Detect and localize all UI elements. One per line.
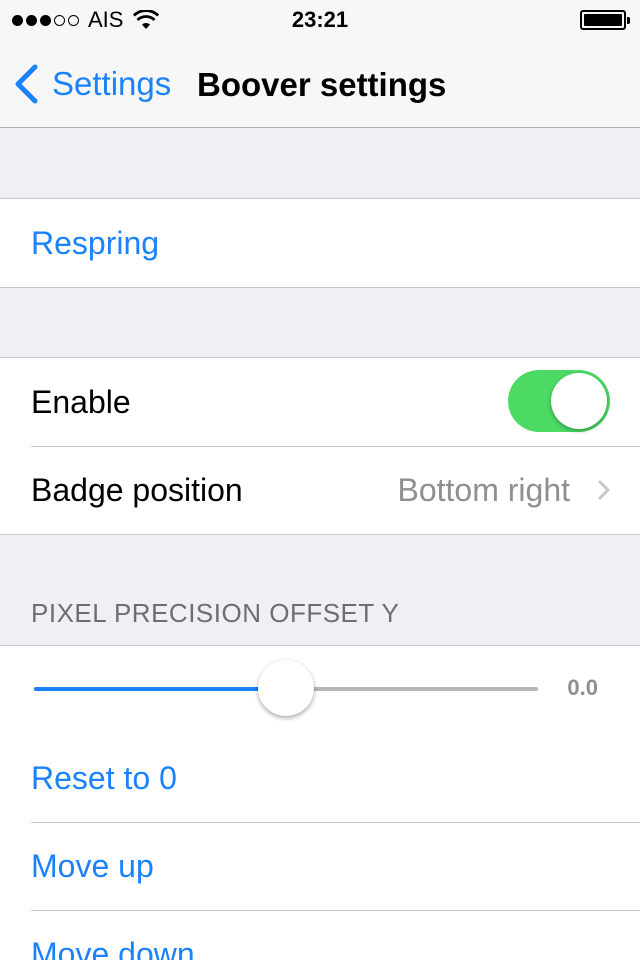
section-header: PIXEL PRECISION OFFSET Y (0, 535, 640, 645)
offset-slider-cell: 0.0 (0, 646, 640, 734)
pixel-offset-header: PIXEL PRECISION OFFSET Y (31, 598, 400, 628)
offset-slider-thumb[interactable] (258, 660, 314, 716)
move-up-cell[interactable]: Move up (0, 822, 640, 910)
respring-button[interactable]: Respring (31, 225, 159, 262)
chevron-left-icon (15, 64, 38, 104)
back-button-label: Settings (52, 65, 172, 102)
status-time: 23:21 (291, 7, 349, 32)
respring-group: Respring (0, 198, 640, 288)
pixel-offset-group: 0.0 Reset to 0 Move up Move down (0, 645, 640, 960)
offset-slider-fill (34, 687, 286, 691)
back-button[interactable]: Settings (14, 64, 171, 104)
navigation-bar: Settings Boover settings (0, 40, 640, 128)
badge-position-label: Badge position (31, 471, 243, 508)
respring-cell[interactable]: Respring (0, 199, 640, 287)
badge-position-value: Bottom right (397, 471, 570, 508)
move-down-button[interactable]: Move down (31, 936, 195, 960)
offset-slider-value: 0.0 (567, 675, 598, 700)
enable-label: Enable (31, 383, 131, 420)
section-spacer (0, 129, 640, 198)
enable-switch[interactable] (508, 370, 610, 432)
battery-icon (580, 10, 630, 30)
page-title: Boover settings (197, 66, 447, 103)
move-down-cell[interactable]: Move down (0, 910, 640, 960)
switch-knob (551, 373, 607, 429)
reset-button[interactable]: Reset to 0 (31, 760, 177, 797)
settings-table: Respring Enable Badge position Bottom ri… (0, 129, 640, 960)
enable-cell: Enable (0, 358, 640, 446)
status-bar: AIS 23:21 (0, 0, 640, 40)
chevron-right-icon (598, 480, 610, 500)
reset-cell[interactable]: Reset to 0 (0, 734, 640, 822)
section-spacer (0, 288, 640, 357)
badge-position-cell[interactable]: Badge position Bottom right (0, 446, 640, 534)
screen: AIS 23:21 Settings Boover settings Respr… (0, 0, 640, 960)
enable-group: Enable Badge position Bottom right (0, 357, 640, 535)
move-up-button[interactable]: Move up (31, 848, 154, 885)
